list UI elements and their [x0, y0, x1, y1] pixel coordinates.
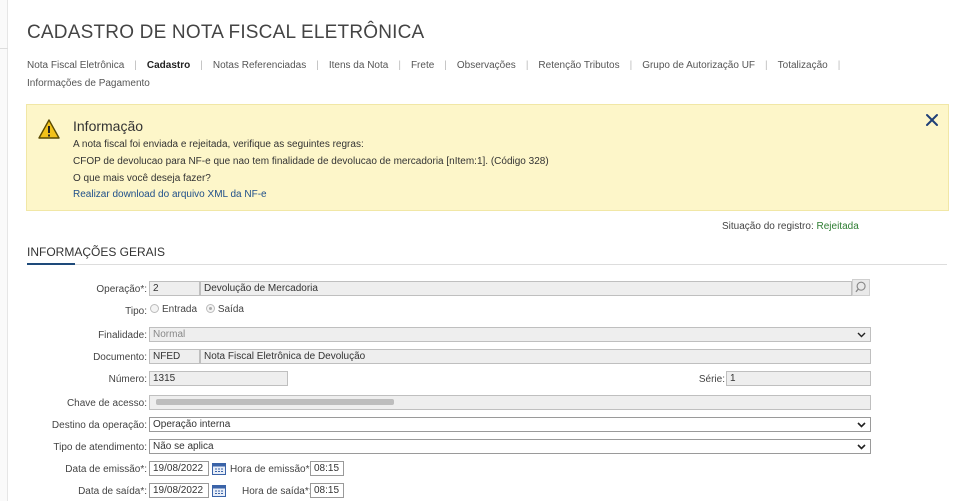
- close-icon[interactable]: [924, 112, 940, 128]
- info-rule: CFOP de devolucao para NF-e que nao tem …: [73, 156, 549, 167]
- numero-field: 1315: [149, 371, 288, 386]
- tab-cadastro[interactable]: Cadastro: [147, 60, 190, 71]
- tab-grupo-autorizacao-uf[interactable]: Grupo de Autorização UF: [642, 60, 755, 71]
- warning-icon: [38, 119, 60, 139]
- atendimento-value: Não se aplica: [153, 441, 214, 452]
- section-accent: [27, 263, 75, 265]
- info-title: Informação: [73, 118, 144, 134]
- operacao-code-field[interactable]: 2: [149, 281, 200, 296]
- tipo-saida-radio[interactable]: [205, 304, 215, 313]
- tipo-radio-group: Entrada Saída: [150, 304, 244, 315]
- section-title: INFORMAÇÕES GERAIS: [27, 245, 166, 259]
- finalidade-label: Finalidade:: [98, 330, 147, 341]
- calendar-icon[interactable]: [212, 484, 226, 497]
- finalidade-select[interactable]: Normal: [149, 327, 871, 342]
- search-icon: [855, 281, 866, 293]
- serie-label: Série:: [698, 374, 725, 385]
- tipo-entrada-radio[interactable]: [150, 304, 159, 313]
- left-rail-divider: [0, 48, 8, 49]
- destino-value: Operação interna: [153, 419, 231, 430]
- tab-bar: Nota Fiscal Eletrônica | Cadastro | Notas Re…: [27, 60, 841, 89]
- documento-label: Documento:: [93, 352, 147, 363]
- status-label: Situação do registro:: [722, 221, 814, 232]
- page-title: CADASTRO DE NOTA FISCAL ELETRÔNICA: [27, 22, 425, 43]
- operacao-search-button[interactable]: [852, 279, 870, 296]
- tab-informacoes-pagamento[interactable]: Informações de Pagamento: [27, 78, 150, 89]
- tab-itens-da-nota[interactable]: Itens da Nota: [329, 60, 388, 71]
- tab-notas-referenciadas[interactable]: Notas Referenciadas: [213, 60, 306, 71]
- atendimento-label: Tipo de atendimento:: [53, 442, 147, 453]
- info-message-box: Informação A nota fiscal foi enviada e r…: [26, 104, 949, 211]
- info-message: A nota fiscal foi enviada e rejeitada, v…: [73, 139, 364, 150]
- operacao-label: Operação*:: [96, 284, 147, 295]
- serie-field: 1: [726, 371, 871, 386]
- tab-nota-fiscal-eletronica[interactable]: Nota Fiscal Eletrônica: [27, 60, 124, 71]
- chave-label: Chave de acesso:: [66, 398, 147, 409]
- download-xml-link[interactable]: Realizar download do arquivo XML da NF-e: [73, 189, 267, 200]
- saida-date-field[interactable]: 19/08/2022: [149, 483, 209, 498]
- atendimento-select[interactable]: Não se aplica: [149, 439, 871, 454]
- tipo-label: Tipo:: [125, 306, 147, 317]
- documento-code-field[interactable]: NFED: [149, 349, 200, 364]
- tab-retencao-tributos[interactable]: Retenção Tributos: [538, 60, 619, 71]
- status-badge: Rejeitada: [816, 221, 859, 232]
- finalidade-value: Normal: [153, 329, 186, 340]
- saida-label: Data de saída*:: [78, 486, 147, 497]
- tab-totalizacao[interactable]: Totalização: [778, 60, 828, 71]
- calendar-icon[interactable]: [212, 462, 226, 475]
- hora-emissao-field[interactable]: 08:15: [310, 461, 344, 476]
- record-status: Situação do registro: Rejeitada: [722, 221, 859, 232]
- emissao-date-field[interactable]: 19/08/2022: [149, 461, 209, 476]
- hora-saida-label: Hora de saída*:: [242, 486, 312, 497]
- tipo-entrada-label: Entrada: [162, 304, 198, 315]
- destino-select[interactable]: Operação interna: [149, 417, 871, 432]
- documento-desc-field: Nota Fiscal Eletrônica de Devolução: [200, 349, 871, 364]
- numero-label: Número:: [108, 374, 147, 385]
- chevron-down-icon: [857, 332, 866, 338]
- chave-redacted: [156, 399, 394, 405]
- left-rail: [0, 0, 8, 501]
- destino-label: Destino da operação:: [51, 420, 147, 431]
- operacao-desc-field: Devolução de Mercadoria: [200, 281, 852, 296]
- hora-saida-field[interactable]: 08:15: [310, 483, 344, 498]
- info-question: O que mais você deseja fazer?: [73, 173, 211, 184]
- hora-emissao-label: Hora de emissão*:: [230, 464, 313, 475]
- tab-frete[interactable]: Frete: [411, 60, 434, 71]
- tipo-saida-label: Saída: [217, 304, 244, 315]
- chevron-down-icon: [857, 422, 866, 428]
- chevron-down-icon: [857, 444, 866, 450]
- section-divider: [27, 264, 947, 265]
- emissao-label: Data de emissão*:: [65, 464, 147, 475]
- tab-observacoes[interactable]: Observações: [457, 60, 516, 71]
